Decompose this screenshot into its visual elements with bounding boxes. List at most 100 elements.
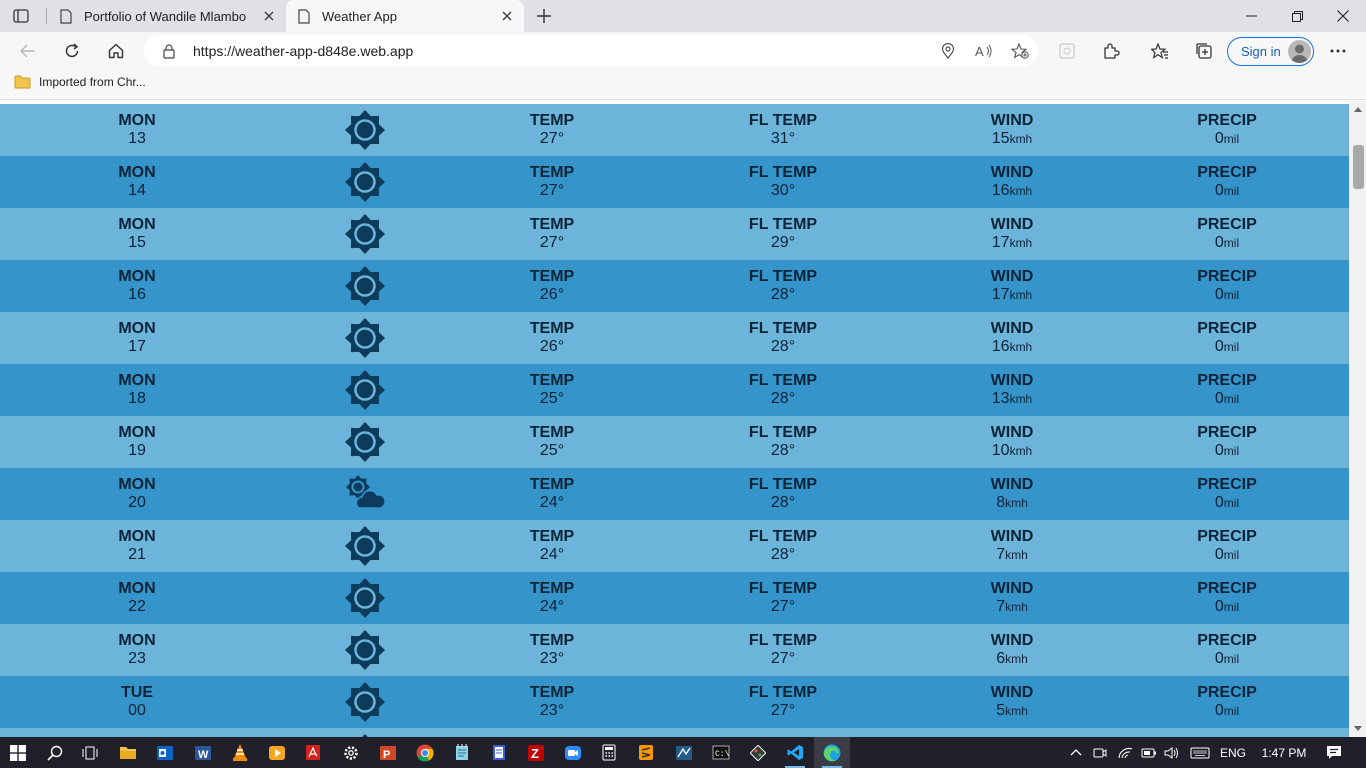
extensions-icon[interactable] xyxy=(1094,36,1128,66)
tab-weather-app[interactable]: Weather App xyxy=(286,0,524,32)
start-taskbar-button[interactable] xyxy=(0,737,36,768)
favorites-icon[interactable] xyxy=(1143,36,1177,66)
temp-value: 25° xyxy=(539,442,565,459)
powerpoint-taskbar-button[interactable]: P xyxy=(370,737,406,768)
precip-value: 0 xyxy=(1214,286,1224,303)
svg-text:A: A xyxy=(975,44,984,58)
new-tab-button[interactable] xyxy=(530,3,558,29)
sublime-taskbar-button[interactable] xyxy=(628,737,664,768)
git-taskbar-button[interactable] xyxy=(740,737,776,768)
forecast-row xyxy=(0,728,1349,737)
weather-icon xyxy=(335,624,395,676)
temperature: TEMP 27° xyxy=(502,104,602,156)
extension-disabled-icon[interactable] xyxy=(1050,36,1084,66)
wind-label: WIND xyxy=(990,476,1034,493)
temperature: TEMP 27° xyxy=(502,208,602,260)
show-hidden-icons-icon[interactable] xyxy=(1066,737,1086,768)
tab-portfolio[interactable]: Portfolio of Wandile Mlambo xyxy=(48,0,286,32)
temp-label: TEMP xyxy=(529,372,575,389)
word-taskbar-button[interactable]: W xyxy=(185,737,221,768)
sign-in-button[interactable]: Sign in xyxy=(1227,37,1314,66)
lock-icon[interactable] xyxy=(163,43,179,59)
zoom-taskbar-button[interactable] xyxy=(555,737,591,768)
task-view-taskbar-button[interactable] xyxy=(72,737,108,768)
wind-value-line: 8kmh xyxy=(996,494,1028,512)
home-button[interactable] xyxy=(100,36,132,66)
volume-icon[interactable] xyxy=(1162,737,1182,768)
precip-unit: mil xyxy=(1223,548,1240,562)
minimize-button[interactable] xyxy=(1228,0,1274,32)
page-scrollbar[interactable] xyxy=(1349,101,1366,737)
collections-icon[interactable] xyxy=(1187,36,1221,66)
terminal-taskbar-button[interactable]: C:\ xyxy=(703,737,739,768)
browser-toolbar: https://weather-app-d848e.web.app A Sign… xyxy=(0,32,1366,70)
refresh-button[interactable] xyxy=(56,36,88,66)
settings-menu-button[interactable] xyxy=(1321,36,1355,66)
restore-button[interactable] xyxy=(1274,0,1320,32)
scroll-down-icon[interactable] xyxy=(1352,723,1363,733)
url-text[interactable]: https://weather-app-d848e.web.app xyxy=(193,43,930,59)
wifi-icon[interactable] xyxy=(1115,737,1135,768)
precip-value-line: 0mil xyxy=(1215,338,1239,356)
media-player-taskbar-button[interactable] xyxy=(259,737,295,768)
day-hour: MON 14 xyxy=(97,156,177,208)
clock[interactable]: 1:47 PM xyxy=(1256,737,1312,768)
fl-temp-label: FL TEMP xyxy=(748,528,818,545)
notifications-icon[interactable] xyxy=(1318,737,1350,768)
language-indicator[interactable]: ENG xyxy=(1216,737,1250,768)
read-aloud-icon[interactable]: A xyxy=(966,37,1002,65)
acrobat-taskbar-button[interactable] xyxy=(295,737,331,768)
wind-value: 16 xyxy=(991,182,1010,199)
temperature: TEMP 23° xyxy=(502,676,602,728)
battery-icon[interactable] xyxy=(1139,737,1159,768)
sublime-icon xyxy=(638,744,654,761)
vscode-taskbar-button[interactable] xyxy=(777,737,813,768)
outlook-taskbar-button[interactable] xyxy=(147,737,183,768)
close-tab-icon[interactable] xyxy=(256,3,282,29)
notepad-icon xyxy=(454,744,470,761)
location-icon[interactable] xyxy=(930,37,966,65)
temperature: TEMP 24° xyxy=(502,468,602,520)
precip-value: 0 xyxy=(1214,338,1224,355)
address-bar[interactable]: https://weather-app-d848e.web.app A xyxy=(144,35,1038,67)
wind-label: WIND xyxy=(990,216,1034,233)
fl-temp-label: FL TEMP xyxy=(748,164,818,181)
temp-label: TEMP xyxy=(529,476,575,493)
vlc-taskbar-button[interactable] xyxy=(222,737,258,768)
back-button[interactable] xyxy=(12,36,44,66)
keyboard-icon[interactable] xyxy=(1187,737,1213,768)
bookmark-folder-imported[interactable]: Imported from Chr... xyxy=(14,75,146,89)
notes-taskbar-button[interactable] xyxy=(481,737,517,768)
day-hour: TUE 00 xyxy=(97,676,177,728)
add-favorite-icon[interactable] xyxy=(1002,37,1038,65)
wind-unit: kmh xyxy=(1005,704,1028,718)
network-tool-taskbar-button[interactable] xyxy=(666,737,702,768)
precip-label: PRECIP xyxy=(1197,268,1257,285)
close-window-button[interactable] xyxy=(1320,0,1366,32)
temp-label: TEMP xyxy=(529,684,575,701)
scroll-up-icon[interactable] xyxy=(1352,104,1363,114)
weather-icon xyxy=(335,312,395,364)
file-explorer-taskbar-button[interactable] xyxy=(110,737,146,768)
meet-now-icon[interactable] xyxy=(1090,737,1110,768)
forecast-row: MON 16 TEMP 26° FL TEMP 28° WIND 17kmh P… xyxy=(0,260,1349,312)
tab-actions-button[interactable] xyxy=(6,3,36,29)
search-taskbar-button[interactable] xyxy=(37,737,73,768)
chrome-taskbar-button[interactable] xyxy=(407,737,443,768)
wind-value: 8 xyxy=(996,494,1006,511)
notepad-taskbar-button[interactable] xyxy=(444,737,480,768)
scrollbar-thumb[interactable] xyxy=(1353,145,1364,189)
fl-temp-label: FL TEMP xyxy=(748,632,818,649)
precip-label: PRECIP xyxy=(1197,632,1257,649)
calculator-taskbar-button[interactable] xyxy=(591,737,627,768)
sun-icon xyxy=(345,266,385,306)
wind-value: 17 xyxy=(991,286,1010,303)
weather-icon xyxy=(335,156,395,208)
close-tab-icon[interactable] xyxy=(494,3,520,29)
edge-taskbar-button[interactable] xyxy=(814,737,850,768)
wind-label: WIND xyxy=(990,632,1034,649)
precip-value: 0 xyxy=(1214,130,1224,147)
wind-label: WIND xyxy=(990,580,1034,597)
settings-taskbar-button[interactable] xyxy=(333,737,369,768)
filezilla-taskbar-button[interactable]: Z xyxy=(518,737,554,768)
